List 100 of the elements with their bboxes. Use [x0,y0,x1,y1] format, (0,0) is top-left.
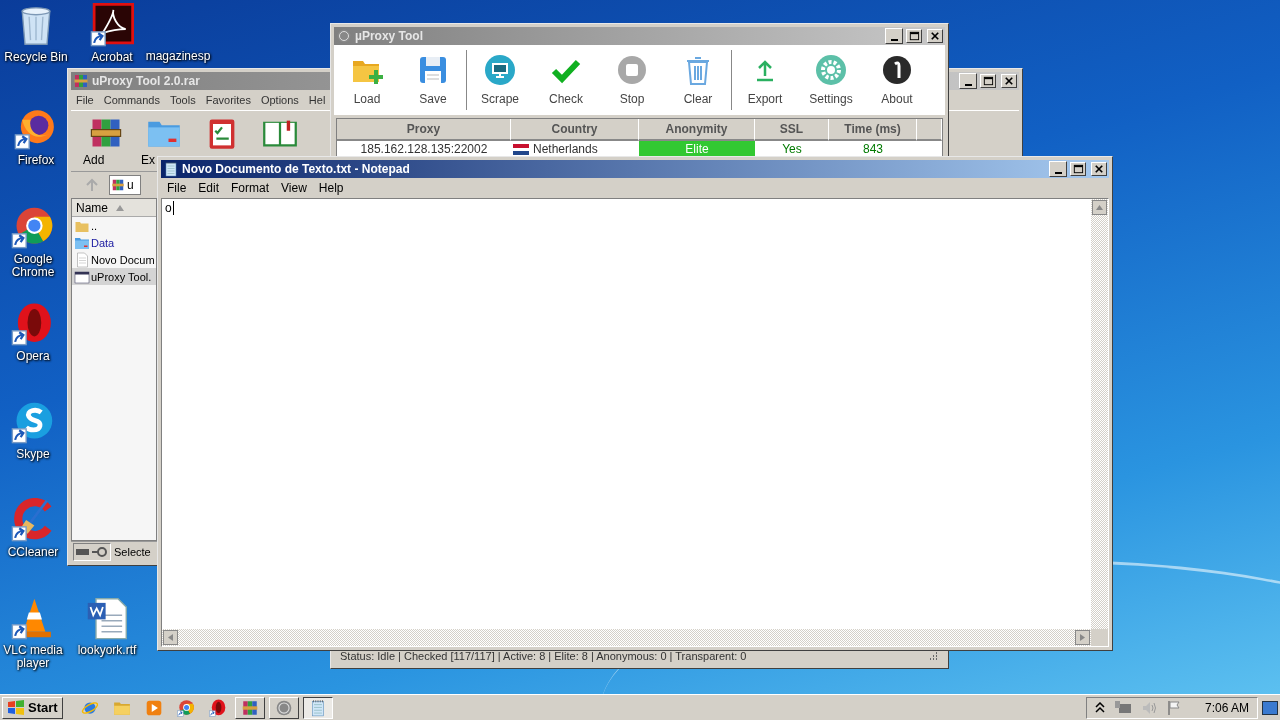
save-button[interactable]: Save [400,49,466,111]
status-text: Selecte [114,546,151,558]
icon-label[interactable]: Google Chrome [0,253,66,279]
table-cell-text: 843 [862,141,884,157]
column-header[interactable]: Time (ms) [829,119,917,141]
icon-label[interactable]: lookyork.rtf [77,644,137,657]
file-row[interactable]: .. [72,217,156,234]
maximize-button[interactable] [906,29,922,43]
archive-icon [240,698,259,717]
stop-button[interactable]: Stop [599,49,665,111]
close-icon [928,30,942,42]
menu-item[interactable]: File [161,181,193,195]
file-row[interactable]: Novo Docum [72,251,156,268]
minimize-button[interactable] [959,73,977,89]
close-icon [1002,75,1016,87]
icon-label[interactable]: Acrobat [91,51,133,64]
scrape-button[interactable]: Scrape [467,49,533,111]
chevron-icon[interactable] [1094,701,1105,714]
export-button[interactable]: Export [732,49,798,111]
icon-label[interactable]: CCleaner [7,546,59,559]
play-icon[interactable] [144,698,163,717]
windows-logo-icon [7,699,25,716]
address-text: u [127,178,134,192]
globe-icon [274,698,293,717]
settings-button[interactable]: Settings [798,49,864,111]
menu-item[interactable]: File [71,94,99,106]
gear-icon [815,54,847,86]
about-button[interactable]: About [864,49,930,111]
icon-label[interactable]: magazinesp [145,50,211,63]
browser-icon[interactable] [208,698,227,717]
maximize-icon [981,75,995,87]
document-text: o [165,201,174,215]
column-header[interactable]: Country [511,119,639,141]
archive-icon [73,73,89,89]
column-header[interactable]: Proxy [337,119,511,141]
document-icon[interactable] [85,596,129,640]
info-icon [881,54,913,86]
icon-label[interactable]: Opera [16,350,50,363]
chat-bubble-icon[interactable] [11,400,55,444]
flag-icon[interactable] [1165,699,1182,716]
column-header[interactable]: Name [72,199,156,217]
menu-item[interactable]: Options [255,94,304,106]
stop-icon [616,54,648,86]
table-cell: Elite [639,141,755,157]
flag-icon [513,143,529,155]
icon-label[interactable]: Skype [16,448,50,461]
toolbar-label[interactable]: Add [83,153,105,167]
icon-label[interactable]: Recycle Bin [4,51,68,64]
menu-item[interactable]: Help [312,181,350,195]
close-button[interactable] [1091,162,1107,176]
document-icon [74,251,90,268]
app-tile-icon[interactable] [90,3,134,47]
icon-label[interactable]: VLC media player [0,644,66,670]
minimize-icon [1054,172,1062,174]
window-title: uProxy Tool 2.0.rar [92,74,201,88]
menu-item[interactable]: Format [225,181,276,195]
file-row[interactable]: uProxy Tool. [72,268,156,285]
maximize-button[interactable] [1070,162,1086,176]
column-header[interactable]: Anonymity [639,119,755,141]
menu-item[interactable]: Commands [98,94,165,106]
vertical-scrollbar[interactable] [1091,199,1108,629]
window-title: Novo Documento de Texto.txt - Notepad [182,162,411,176]
menu-item[interactable]: Tools [165,94,201,106]
minimize-button[interactable] [1049,161,1067,177]
close-icon [1092,163,1106,175]
maximize-button[interactable] [980,74,996,88]
menu-item[interactable]: Favorites [200,94,256,106]
browser-icon[interactable] [11,205,55,249]
icon-label[interactable]: Firefox [17,154,55,167]
maximize-icon [1071,163,1085,175]
minimize-icon [890,39,898,41]
clear-button[interactable]: Clear [665,49,731,111]
network-icon[interactable] [1113,699,1132,716]
start-button[interactable]: Start [2,696,63,719]
taskbar-button[interactable] [302,696,333,719]
maximize-icon [907,30,921,42]
resize-grip-icon [929,652,939,660]
sort-arrow-icon [116,204,124,211]
address-field[interactable]: u [109,175,141,195]
status-text: Status: Idle | Checked [117/117] | Active: 8 | Elite: 8 | Anonymous: 0 | Transparent: 0 [340,650,747,662]
file-row[interactable]: Data [72,234,156,251]
clock[interactable]: 7:06 AM [1204,700,1249,715]
toolbar-label[interactable]: Ex [141,153,155,167]
table-cell-text: Yes [781,141,803,157]
archive-icon [111,178,125,192]
column-header[interactable]: SSL [755,119,829,141]
minimize-icon [964,84,972,86]
check-button[interactable]: Check [533,49,599,111]
close-button[interactable] [927,29,943,43]
menu-item[interactable]: Edit [192,181,226,195]
notepad-icon [163,161,179,177]
window-title: µProxy Tool [355,29,425,43]
show-desktop-icon[interactable] [1262,700,1278,715]
minimize-button[interactable] [885,28,903,44]
load-button[interactable]: Load [334,49,400,111]
globe-icon [336,28,352,44]
window-icon [74,268,90,285]
menu-item[interactable]: Hel [303,94,331,106]
menu-item[interactable]: View [275,181,313,195]
close-button[interactable] [1001,74,1017,88]
